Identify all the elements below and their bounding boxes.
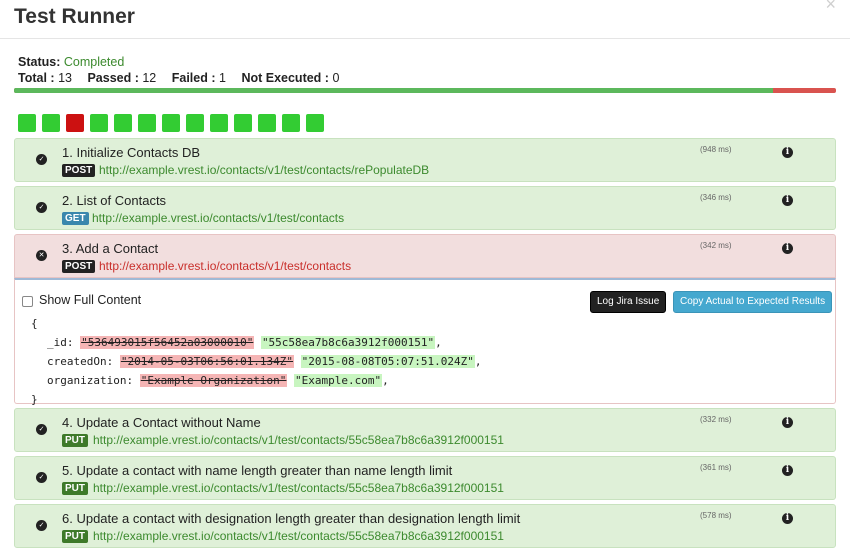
method-badge: PUT	[62, 530, 88, 543]
diff-lines: _id: "536493015f56452a03000010" "55c58ea…	[31, 333, 481, 390]
status-square-12[interactable]	[282, 114, 300, 132]
check-icon: ✓	[36, 424, 47, 435]
close-brace: }	[31, 393, 38, 406]
failed-label: Failed :	[171, 71, 216, 85]
test-url: http://example.vrest.io/contacts/v1/test…	[93, 481, 504, 495]
status-label: Status:	[18, 55, 61, 69]
status-square-3[interactable]	[66, 114, 84, 132]
response-time: (361 ms)	[700, 463, 732, 472]
test-name: 3. Add a Contact	[62, 241, 159, 256]
diff-line: createdOn: "2014-05-03T06:56:01.134Z" "2…	[31, 352, 481, 371]
test-url: http://example.vrest.io/contacts/v1/test…	[92, 211, 345, 225]
test-row[interactable]: ✓ 6. Update a contact with designation l…	[14, 504, 836, 548]
not-executed-label: Not Executed :	[241, 71, 329, 85]
status-square-9[interactable]	[210, 114, 228, 132]
total-value: 13	[58, 71, 72, 85]
info-icon[interactable]: i	[782, 147, 793, 158]
progress-bar	[14, 88, 836, 93]
show-full-checkbox[interactable]	[22, 296, 33, 307]
response-time: (948 ms)	[700, 145, 732, 154]
diff-separator: ,	[474, 355, 482, 368]
status-square-1[interactable]	[18, 114, 36, 132]
check-icon: ✓	[36, 472, 47, 483]
expected-value: "2014-05-03T06:56:01.134Z"	[119, 355, 295, 368]
log-jira-issue-button[interactable]: Log Jira Issue	[590, 291, 667, 313]
method-badge: POST	[62, 260, 96, 273]
status-square-8[interactable]	[186, 114, 204, 132]
status-square-10[interactable]	[234, 114, 252, 132]
response-time: (342 ms)	[700, 241, 732, 250]
close-icon[interactable]: ×	[825, 0, 836, 15]
method-badge: POST	[62, 164, 96, 177]
test-row[interactable]: ✓ 4. Update a Contact without Name PUT h…	[14, 408, 836, 452]
actual-value: "55c58ea7b8c6a3912f000151"	[260, 336, 436, 349]
actual-value: "2015-08-08T05:07:51.024Z"	[300, 355, 475, 368]
check-icon: ✓	[36, 154, 47, 165]
method-badge: GET	[62, 212, 89, 225]
counts-line: Total : 13 Passed : 12 Failed : 1 Not Ex…	[18, 70, 339, 86]
test-name: 5. Update a contact with name length gre…	[62, 463, 453, 478]
test-row[interactable]: ✓ 2. List of Contacts GET http://example…	[14, 186, 836, 230]
response-time: (346 ms)	[700, 193, 732, 202]
method-badge: PUT	[62, 482, 88, 495]
dialog-title: Test Runner	[14, 5, 135, 28]
status-square-13[interactable]	[306, 114, 324, 132]
diff-key: _id:	[47, 336, 74, 349]
not-executed-value: 0	[332, 71, 340, 85]
passed-value: 12	[142, 71, 157, 85]
response-time: (332 ms)	[700, 415, 732, 424]
status-square-6[interactable]	[138, 114, 156, 132]
status-square-2[interactable]	[42, 114, 60, 132]
expected-value: "536493015f56452a03000010"	[80, 336, 255, 349]
status-value: Completed	[63, 55, 125, 69]
open-brace: {	[31, 317, 38, 330]
test-name: 4. Update a Contact without Name	[62, 415, 261, 430]
status-square-4[interactable]	[90, 114, 108, 132]
dialog-header: Test Runner ×	[0, 0, 850, 39]
info-icon[interactable]: i	[782, 465, 793, 476]
total-label: Total :	[18, 71, 55, 85]
test-url: http://example.vrest.io/contacts/v1/test…	[93, 433, 504, 447]
diff-line: _id: "536493015f56452a03000010" "55c58ea…	[31, 333, 481, 352]
status-square-7[interactable]	[162, 114, 180, 132]
info-icon[interactable]: i	[782, 243, 793, 254]
info-icon[interactable]: i	[782, 417, 793, 428]
expected-value: "Example Organization"	[139, 374, 288, 387]
test-url: http://example.vrest.io/contacts/v1/test…	[99, 163, 430, 177]
diff-key: organization:	[47, 374, 134, 387]
fail-icon: ✕	[36, 250, 47, 261]
passed-label: Passed :	[87, 71, 139, 85]
check-icon: ✓	[36, 520, 47, 531]
test-url: http://example.vrest.io/contacts/v1/test…	[93, 529, 504, 543]
diff-separator: ,	[435, 336, 442, 349]
failed-value: 1	[219, 71, 226, 85]
show-full-label: Show Full Content	[39, 293, 142, 307]
status-square-5[interactable]	[114, 114, 132, 132]
progress-fill	[14, 88, 773, 93]
test-url: http://example.vrest.io/contacts/v1/test…	[99, 259, 352, 273]
test-row[interactable]: ✓ 1. Initialize Contacts DB POST http://…	[14, 138, 836, 182]
test-name: 6. Update a contact with designation len…	[62, 511, 521, 526]
failure-detail: Show Full Content Log Jira Issue Copy Ac…	[14, 278, 836, 406]
info-icon[interactable]: i	[782, 195, 793, 206]
diff-line: organization: "Example Organization" "Ex…	[31, 371, 481, 390]
response-time: (578 ms)	[700, 511, 732, 520]
test-row[interactable]: ✓ 5. Update a contact with name length g…	[14, 456, 836, 500]
actual-value: "Example.com"	[294, 374, 383, 387]
test-name: 1. Initialize Contacts DB	[62, 145, 201, 160]
status-square-11[interactable]	[258, 114, 276, 132]
info-icon[interactable]: i	[782, 513, 793, 524]
copy-actual-to-expected-button[interactable]: Copy Actual to Expected Results	[673, 291, 833, 313]
check-icon: ✓	[36, 202, 47, 213]
test-name: 2. List of Contacts	[62, 193, 167, 208]
test-status-squares	[18, 114, 324, 132]
run-summary: Status: Completed Total : 13 Passed : 12…	[18, 54, 339, 86]
diff-view: { _id: "536493015f56452a03000010" "55c58…	[31, 314, 481, 409]
diff-separator: ,	[382, 374, 389, 387]
status-line: Status: Completed	[18, 54, 339, 70]
test-list: ✓ 1. Initialize Contacts DB POST http://…	[14, 138, 836, 552]
method-badge: PUT	[62, 434, 88, 447]
diff-key: createdOn:	[47, 355, 114, 368]
test-row[interactable]: ✕ 3. Add a Contact POST http://example.v…	[14, 234, 836, 278]
